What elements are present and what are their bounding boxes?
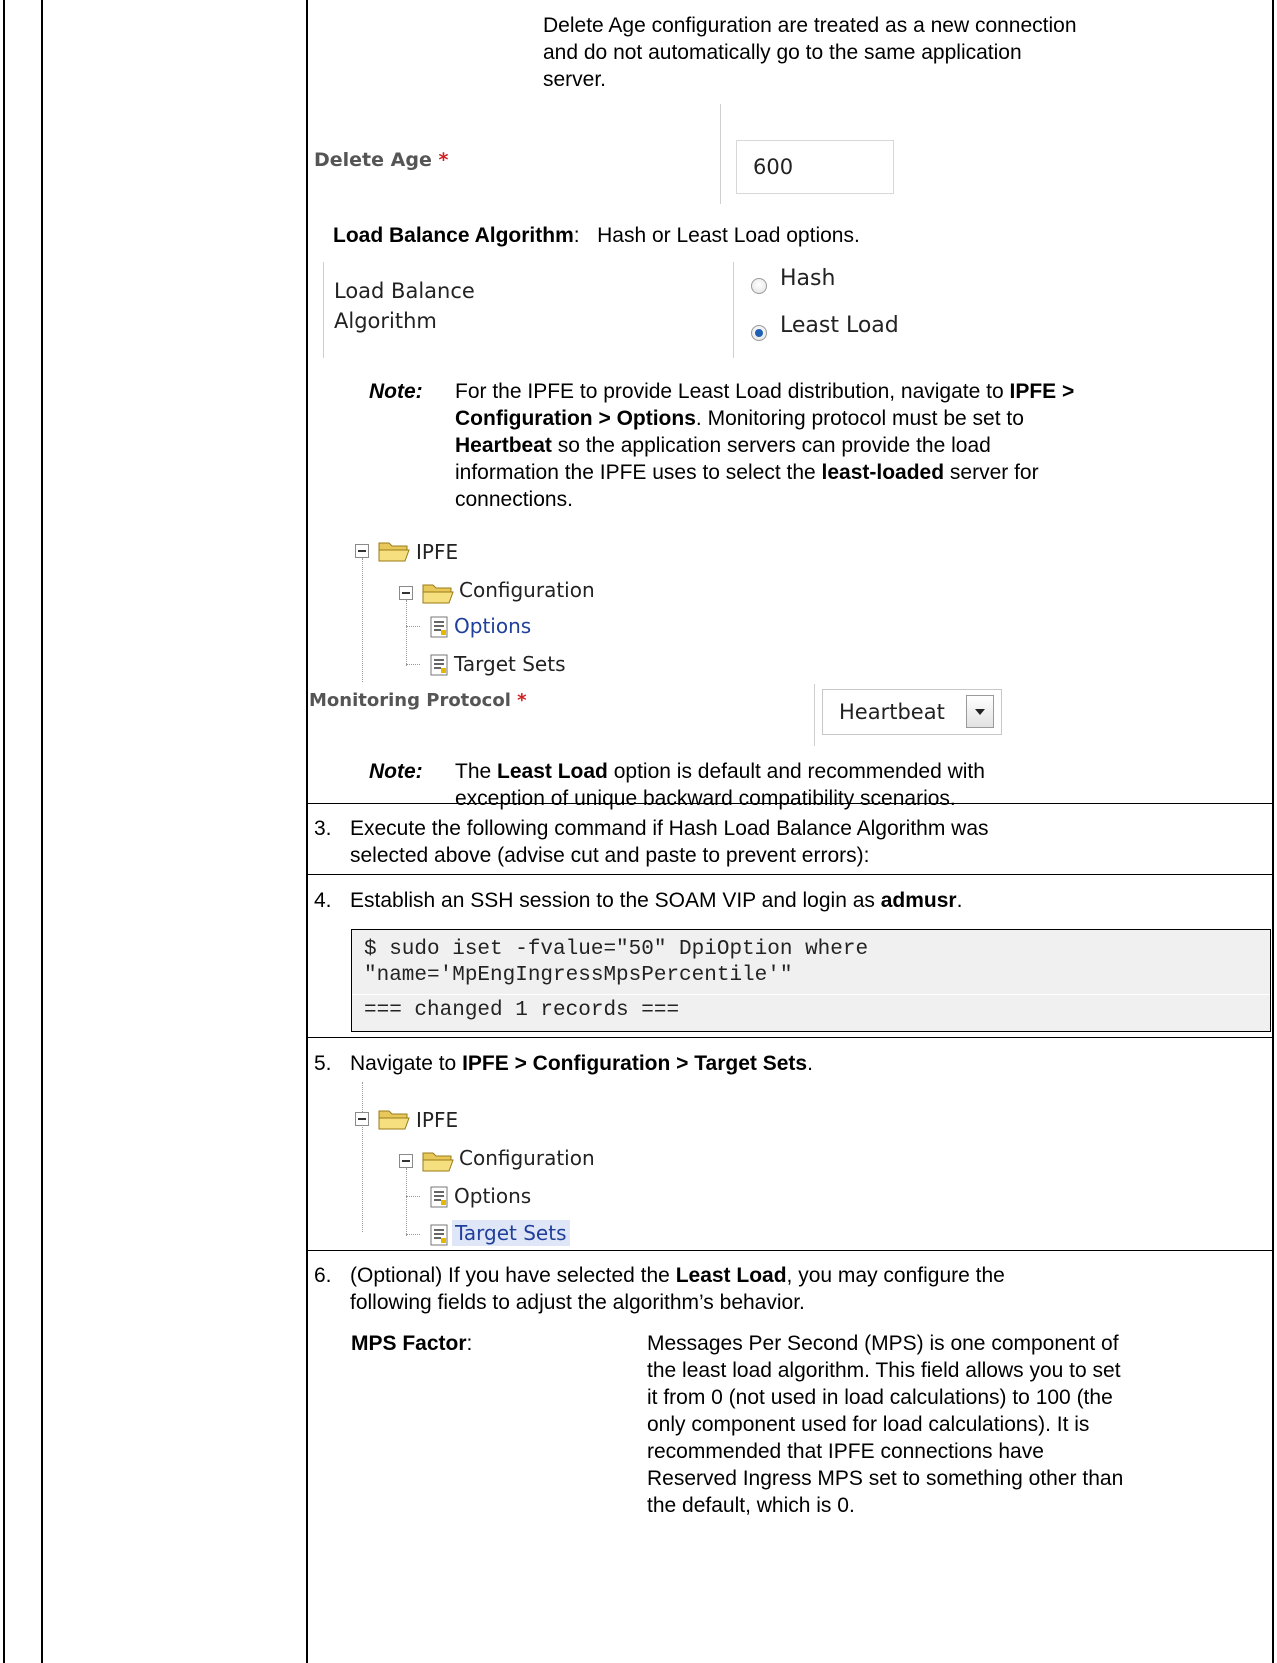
radio-least-load-label[interactable]: Least Load [780, 313, 899, 338]
folder-open-icon [422, 1152, 454, 1172]
form-divider [814, 684, 815, 746]
mps-factor-term: MPS Factor: [351, 1332, 473, 1355]
note-text: For the IPFE to provide Least Load distr… [455, 380, 1075, 511]
select-value: Heartbeat [839, 700, 945, 724]
step-text: Execute the following command if Hash Lo… [350, 817, 989, 867]
form-divider [323, 262, 324, 358]
tree-item-options[interactable]: Options [454, 1184, 531, 1208]
row-separator [306, 1037, 1272, 1038]
intro-paragraph: Delete Age configuration are treated as … [543, 12, 1077, 93]
navigation-tree: IPFE Configuration Options Target Sets [320, 1082, 650, 1246]
folder-open-icon [378, 1110, 410, 1130]
radio-least-load[interactable] [751, 325, 767, 341]
row-separator [306, 874, 1272, 875]
monitoring-protocol-select[interactable]: Heartbeat [822, 689, 1002, 735]
folder-open-icon [378, 542, 410, 562]
code-line: $ sudo iset -fvalue="50" DpiOption where [364, 938, 869, 961]
step-number: 5. [314, 1052, 332, 1075]
collapse-icon[interactable] [399, 1154, 413, 1168]
row-separator [306, 803, 1272, 804]
intro-line: and do not automatically go to the same … [543, 41, 1022, 64]
delete-age-label: Delete Age * [314, 149, 449, 171]
step-text: Establish an SSH session to the SOAM VIP… [350, 889, 963, 912]
required-mark: * [517, 690, 527, 711]
step-number: 4. [314, 889, 332, 912]
intro-line: server. [543, 68, 607, 91]
tree-item-configuration[interactable]: Configuration [459, 1146, 595, 1170]
monitoring-protocol-label: Monitoring Protocol * [309, 690, 527, 711]
note-label: Note: [369, 380, 423, 403]
page-icon [430, 1186, 448, 1208]
collapse-icon[interactable] [355, 544, 369, 558]
tree-item-configuration[interactable]: Configuration [459, 578, 595, 602]
radio-hash[interactable] [751, 278, 767, 294]
note-label: Note: [369, 760, 423, 783]
table-border-left [3, 0, 5, 1663]
folder-open-icon [422, 584, 454, 604]
page-icon [430, 1224, 448, 1246]
mps-factor-description: Messages Per Second (MPS) is one compone… [647, 1332, 1124, 1517]
table-column-divider-1 [41, 0, 43, 1663]
step-number: 3. [314, 817, 332, 840]
navigation-tree: IPFE Configuration Options Target Sets [320, 532, 650, 682]
load-balance-label: Load Balance Algorithm [334, 279, 475, 333]
dropdown-button[interactable] [966, 695, 994, 728]
delete-age-input[interactable]: 600 [736, 140, 894, 194]
step-text: Navigate to IPFE > Configuration > Targe… [350, 1052, 813, 1075]
intro-line: Delete Age configuration are treated as … [543, 14, 1077, 37]
code-line: "name='MpEngIngressMpsPercentile'" [364, 964, 793, 987]
code-block: $ sudo iset -fvalue="50" DpiOption where… [351, 929, 1271, 1032]
chevron-down-icon [975, 709, 985, 715]
form-divider [733, 262, 734, 358]
form-divider [720, 104, 721, 204]
document-page: { "intro": { "lines": [ "Delete Age conf… [0, 0, 1277, 1663]
tree-item-options[interactable]: Options [454, 614, 531, 638]
code-line: === changed 1 records === [364, 999, 680, 1022]
row-separator [306, 1250, 1272, 1251]
tree-item-ipfe[interactable]: IPFE [416, 1108, 458, 1132]
table-column-divider-2 [306, 0, 308, 1663]
table-border-right [1272, 0, 1274, 1663]
tree-item-target-sets[interactable]: Target Sets [454, 652, 566, 676]
tree-item-target-sets[interactable]: Target Sets [452, 1220, 570, 1246]
collapse-icon[interactable] [399, 586, 413, 600]
radio-hash-label[interactable]: Hash [780, 266, 835, 291]
step-number: 6. [314, 1264, 332, 1287]
load-balance-description: Load Balance Algorithm: Hash or Least Lo… [333, 224, 860, 247]
step-text: (Optional) If you have selected the Leas… [350, 1264, 1005, 1314]
required-mark: * [438, 149, 449, 171]
page-icon [430, 654, 448, 676]
page-icon [430, 616, 448, 638]
collapse-icon[interactable] [355, 1112, 369, 1126]
tree-item-ipfe[interactable]: IPFE [416, 540, 458, 564]
